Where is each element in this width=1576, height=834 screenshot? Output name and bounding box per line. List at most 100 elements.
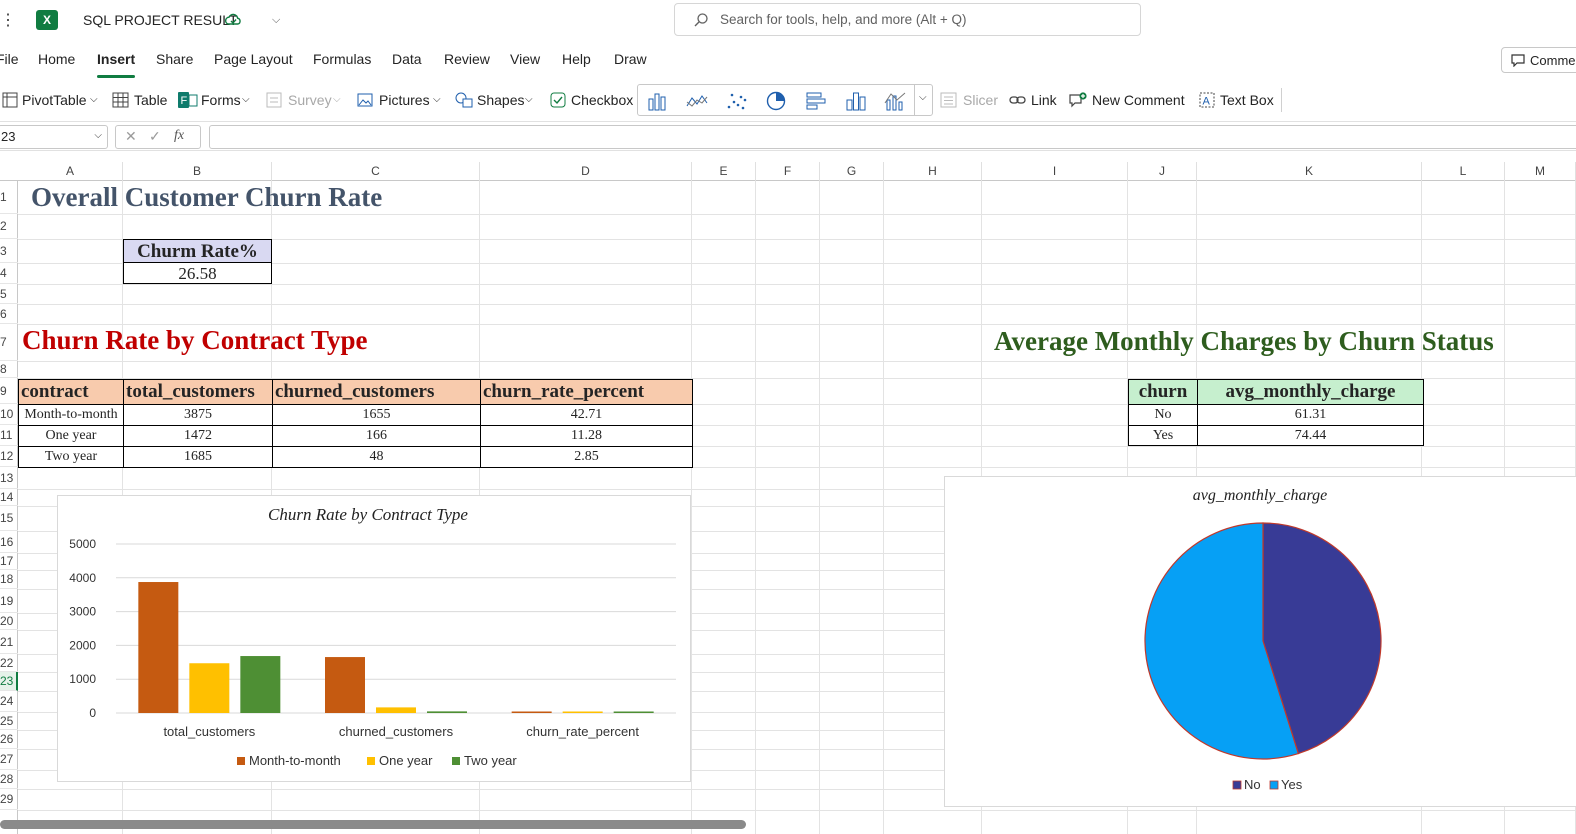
row-header-28[interactable]: 28 bbox=[0, 770, 18, 789]
row-header-24[interactable]: 24 bbox=[0, 691, 18, 712]
charge-header-cell[interactable]: avg_monthly_charge bbox=[1197, 379, 1424, 405]
row-header-7[interactable]: 7 bbox=[0, 324, 18, 361]
chevron-down-icon[interactable]: ⌵ bbox=[919, 92, 927, 103]
row-header-21[interactable]: 21 bbox=[0, 630, 18, 654]
bar-chart-icon[interactable] bbox=[805, 91, 827, 111]
bar[interactable] bbox=[613, 711, 654, 714]
slicer-button[interactable]: Slicer bbox=[940, 90, 998, 110]
churn-rate-header[interactable]: Churm Rate% bbox=[123, 239, 272, 263]
column-header-f[interactable]: F bbox=[756, 162, 820, 181]
row-header-25[interactable]: 25 bbox=[0, 712, 18, 730]
row-header-23[interactable]: 23 bbox=[0, 672, 18, 691]
bar[interactable] bbox=[240, 656, 281, 713]
row-header-8[interactable]: 8 bbox=[0, 361, 18, 378]
column-header-m[interactable]: M bbox=[1505, 162, 1576, 181]
row-header-20[interactable]: 20 bbox=[0, 613, 18, 630]
charge-header-cell[interactable]: churn bbox=[1128, 379, 1198, 405]
row-header-13[interactable]: 13 bbox=[0, 467, 18, 489]
forms-button[interactable]: F Forms ⌵ bbox=[178, 90, 256, 110]
enter-icon[interactable]: ✓ bbox=[149, 128, 161, 145]
row-header-26[interactable]: 26 bbox=[0, 730, 18, 749]
column-header-l[interactable]: L bbox=[1422, 162, 1505, 181]
row-header-1[interactable]: 1 bbox=[0, 181, 18, 214]
combo-chart-icon[interactable] bbox=[884, 91, 906, 111]
bar[interactable] bbox=[138, 582, 179, 713]
pivottable-button[interactable]: PivotTable ⌵ bbox=[2, 90, 102, 110]
row-header-22[interactable]: 22 bbox=[0, 654, 18, 672]
column-header-d[interactable]: D bbox=[480, 162, 692, 181]
tab-view[interactable]: View bbox=[510, 51, 540, 67]
cloud-saved-icon[interactable] bbox=[224, 11, 242, 29]
column-header-j[interactable]: J bbox=[1128, 162, 1197, 181]
bar[interactable] bbox=[562, 711, 603, 714]
insert-function-icon[interactable]: fx bbox=[174, 128, 184, 144]
stacked-column-chart-icon[interactable] bbox=[845, 91, 867, 111]
row-header-19[interactable]: 19 bbox=[0, 589, 18, 613]
contract-churn-title[interactable]: Churn Rate by Contract Type bbox=[22, 325, 368, 356]
column-header-a[interactable]: A bbox=[18, 162, 123, 181]
churn-status-cell[interactable]: Yes bbox=[1128, 425, 1198, 446]
search-box[interactable]: Search for tools, help, and more (Alt + … bbox=[674, 3, 1141, 36]
contract-value-cell[interactable]: 1655 bbox=[272, 404, 481, 426]
row-header-16[interactable]: 16 bbox=[0, 531, 18, 553]
pie-chart[interactable]: avg_monthly_charge No Yes bbox=[944, 476, 1576, 807]
contract-name-cell[interactable]: Month-to-month bbox=[18, 404, 124, 426]
avg-charge-cell[interactable]: 61.31 bbox=[1197, 404, 1424, 426]
contract-value-cell[interactable]: 1472 bbox=[123, 425, 273, 447]
row-header-5[interactable]: 5 bbox=[0, 284, 18, 304]
app-launcher-icon[interactable]: ⋮ bbox=[0, 12, 16, 30]
row-header-2[interactable]: 2 bbox=[0, 214, 18, 239]
churn-status-cell[interactable]: No bbox=[1128, 404, 1198, 426]
column-header-b[interactable]: B bbox=[123, 162, 272, 181]
contract-header-cell[interactable]: churn_rate_percent bbox=[480, 379, 693, 405]
column-header-i[interactable]: I bbox=[982, 162, 1128, 181]
link-button[interactable]: Link bbox=[1009, 90, 1059, 110]
scatter-chart-icon[interactable] bbox=[726, 91, 748, 111]
contract-header-cell[interactable]: total_customers bbox=[123, 379, 273, 405]
formula-input[interactable] bbox=[209, 125, 1576, 149]
tab-review[interactable]: Review bbox=[444, 51, 490, 67]
row-header-6[interactable]: 6 bbox=[0, 304, 18, 324]
row-header-3[interactable]: 3 bbox=[0, 239, 18, 263]
bar-chart[interactable]: Churn Rate by Contract Type 0 1000 2000 300… bbox=[57, 495, 691, 782]
contract-value-cell[interactable]: 2.85 bbox=[480, 446, 693, 468]
contract-header-cell[interactable]: contract bbox=[18, 379, 124, 405]
row-header-18[interactable]: 18 bbox=[0, 570, 18, 589]
contract-header-cell[interactable]: churned_customers bbox=[272, 379, 481, 405]
row-header-14[interactable]: 14 bbox=[0, 489, 18, 506]
contract-name-cell[interactable]: Two year bbox=[18, 446, 124, 468]
bar[interactable] bbox=[511, 711, 552, 714]
pictures-button[interactable]: Pictures ⌵ bbox=[357, 90, 445, 110]
pie-chart-icon[interactable] bbox=[765, 91, 787, 111]
shapes-button[interactable]: Shapes ⌵ bbox=[455, 90, 540, 110]
bar[interactable] bbox=[325, 657, 365, 713]
column-header-k[interactable]: K bbox=[1197, 162, 1422, 181]
overall-churn-title[interactable]: Overall Customer Churn Rate bbox=[31, 182, 382, 213]
tab-insert[interactable]: Insert bbox=[97, 51, 135, 67]
contract-value-cell[interactable]: 3875 bbox=[123, 404, 273, 426]
row-header-12[interactable]: 12 bbox=[0, 446, 18, 467]
column-header-h[interactable]: H bbox=[884, 162, 982, 181]
contract-value-cell[interactable]: 166 bbox=[272, 425, 481, 447]
tab-home[interactable]: Home bbox=[38, 51, 75, 67]
contract-name-cell[interactable]: One year bbox=[18, 425, 124, 447]
cancel-icon[interactable]: ✕ bbox=[125, 128, 137, 145]
bar[interactable] bbox=[427, 711, 467, 713]
line-chart-icon[interactable] bbox=[686, 91, 708, 111]
row-header-27[interactable]: 27 bbox=[0, 749, 18, 770]
column-header-e[interactable]: E bbox=[692, 162, 756, 181]
column-header-c[interactable]: C bbox=[272, 162, 480, 181]
chevron-down-icon[interactable]: ⌵ bbox=[272, 11, 284, 29]
checkbox-button[interactable]: Checkbox bbox=[550, 90, 635, 110]
tab-page-layout[interactable]: Page Layout bbox=[214, 51, 293, 67]
avg-charge-cell[interactable]: 74.44 bbox=[1197, 425, 1424, 446]
survey-button[interactable]: Survey ⌵ bbox=[266, 90, 344, 110]
horizontal-scrollbar[interactable] bbox=[0, 820, 746, 829]
comments-button[interactable]: Comme bbox=[1501, 47, 1576, 73]
row-header-10[interactable]: 10 bbox=[0, 404, 18, 425]
tab-file[interactable]: File bbox=[0, 51, 19, 67]
contract-value-cell[interactable]: 11.28 bbox=[480, 425, 693, 447]
tab-help[interactable]: Help bbox=[562, 51, 591, 67]
text-box-button[interactable]: A Text Box bbox=[1199, 90, 1275, 110]
column-header-g[interactable]: G bbox=[820, 162, 884, 181]
